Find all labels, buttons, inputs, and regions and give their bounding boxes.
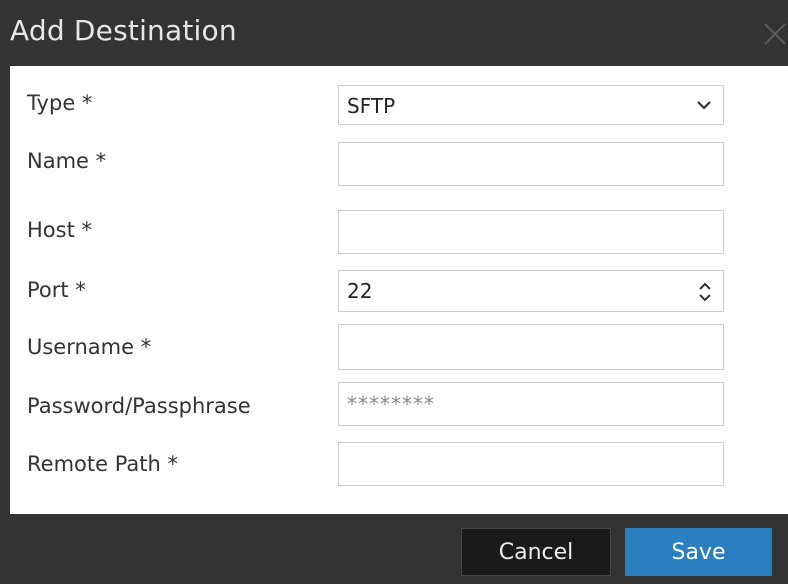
save-button[interactable]: Save <box>625 528 772 576</box>
username-label: Username * <box>27 335 152 359</box>
host-input[interactable] <box>338 210 724 254</box>
password-label: Password/Passphrase <box>27 394 251 418</box>
name-label: Name * <box>27 149 107 173</box>
password-input[interactable]: ******** <box>338 382 724 426</box>
dialog-titlebar: Add Destination <box>0 0 788 66</box>
remote-path-label: Remote Path * <box>27 452 179 476</box>
cancel-button[interactable]: Cancel <box>461 528 611 576</box>
password-input-value: ******** <box>347 392 435 416</box>
dialog-footer: Cancel Save <box>0 514 788 584</box>
spinner-icon[interactable] <box>697 280 713 308</box>
form-panel: Type * SFTP Name * Host * Port * 22 User… <box>10 66 788 514</box>
type-select[interactable]: SFTP <box>338 85 724 125</box>
port-label: Port * <box>27 278 86 302</box>
type-select-value: SFTP <box>347 94 396 118</box>
close-icon[interactable] <box>762 16 788 50</box>
type-label: Type * <box>27 91 93 115</box>
port-input-value: 22 <box>347 279 373 303</box>
dialog-title: Add Destination <box>10 14 237 47</box>
name-input[interactable] <box>338 142 724 186</box>
remote-path-input[interactable] <box>338 442 724 486</box>
host-label: Host * <box>27 218 92 242</box>
chevron-down-icon <box>695 95 713 119</box>
username-input[interactable] <box>338 324 724 370</box>
port-input[interactable]: 22 <box>338 270 724 312</box>
add-destination-dialog: Add Destination Type * SFTP Name * Host … <box>0 0 788 584</box>
